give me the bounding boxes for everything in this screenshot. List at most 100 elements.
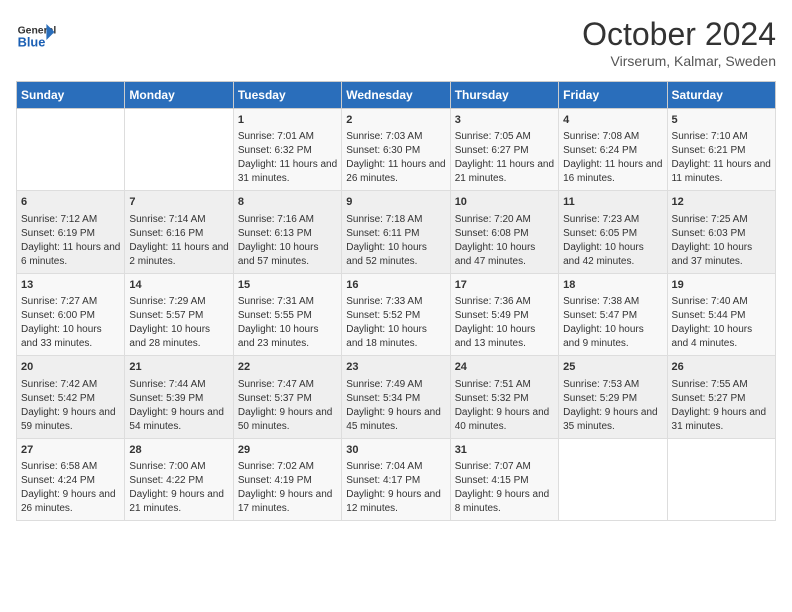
col-saturday: Saturday — [667, 82, 775, 109]
day-number: 19 — [672, 278, 771, 293]
day-number: 6 — [21, 195, 120, 210]
calendar-cell: 3 Sunrise: 7:05 AM Sunset: 6:27 PM Dayli… — [450, 109, 558, 191]
sunrise: Sunrise: 7:38 AM — [563, 296, 639, 307]
day-number: 5 — [672, 113, 771, 128]
calendar-cell: 13 Sunrise: 7:27 AM Sunset: 6:00 PM Dayl… — [17, 273, 125, 355]
sunset: Sunset: 6:32 PM — [238, 145, 312, 156]
calendar-cell: 19 Sunrise: 7:40 AM Sunset: 5:44 PM Dayl… — [667, 273, 775, 355]
sunrise: Sunrise: 7:36 AM — [455, 296, 531, 307]
sunset: Sunset: 5:32 PM — [455, 393, 529, 404]
sunset: Sunset: 5:52 PM — [346, 310, 420, 321]
sunset: Sunset: 5:27 PM — [672, 393, 746, 404]
daylight: Daylight: 9 hours and 12 minutes. — [346, 489, 441, 514]
day-number: 30 — [346, 443, 445, 458]
sunset: Sunset: 6:05 PM — [563, 228, 637, 239]
calendar-cell: 26 Sunrise: 7:55 AM Sunset: 5:27 PM Dayl… — [667, 356, 775, 438]
calendar-cell: 21 Sunrise: 7:44 AM Sunset: 5:39 PM Dayl… — [125, 356, 233, 438]
calendar-week-5: 27 Sunrise: 6:58 AM Sunset: 4:24 PM Dayl… — [17, 438, 776, 520]
sunset: Sunset: 6:21 PM — [672, 145, 746, 156]
calendar-cell: 18 Sunrise: 7:38 AM Sunset: 5:47 PM Dayl… — [559, 273, 667, 355]
col-friday: Friday — [559, 82, 667, 109]
day-number: 25 — [563, 360, 662, 375]
sunset: Sunset: 6:24 PM — [563, 145, 637, 156]
daylight: Daylight: 9 hours and 59 minutes. — [21, 407, 116, 432]
day-number: 2 — [346, 113, 445, 128]
sunrise: Sunrise: 7:55 AM — [672, 379, 748, 390]
calendar-cell: 16 Sunrise: 7:33 AM Sunset: 5:52 PM Dayl… — [342, 273, 450, 355]
daylight: Daylight: 10 hours and 4 minutes. — [672, 324, 753, 349]
daylight: Daylight: 10 hours and 47 minutes. — [455, 242, 536, 267]
calendar-week-1: 1 Sunrise: 7:01 AM Sunset: 6:32 PM Dayli… — [17, 109, 776, 191]
daylight: Daylight: 11 hours and 21 minutes. — [455, 159, 554, 184]
calendar-cell: 24 Sunrise: 7:51 AM Sunset: 5:32 PM Dayl… — [450, 356, 558, 438]
sunrise: Sunrise: 7:00 AM — [129, 461, 205, 472]
sunrise: Sunrise: 7:20 AM — [455, 214, 531, 225]
sunset: Sunset: 5:29 PM — [563, 393, 637, 404]
sunset: Sunset: 4:24 PM — [21, 475, 95, 486]
daylight: Daylight: 10 hours and 28 minutes. — [129, 324, 210, 349]
day-number: 29 — [238, 443, 337, 458]
calendar-cell: 28 Sunrise: 7:00 AM Sunset: 4:22 PM Dayl… — [125, 438, 233, 520]
sunrise: Sunrise: 7:53 AM — [563, 379, 639, 390]
sunset: Sunset: 5:42 PM — [21, 393, 95, 404]
sunset: Sunset: 5:37 PM — [238, 393, 312, 404]
calendar-cell: 9 Sunrise: 7:18 AM Sunset: 6:11 PM Dayli… — [342, 191, 450, 273]
sunset: Sunset: 5:55 PM — [238, 310, 312, 321]
day-number: 10 — [455, 195, 554, 210]
calendar-week-3: 13 Sunrise: 7:27 AM Sunset: 6:00 PM Dayl… — [17, 273, 776, 355]
calendar-week-2: 6 Sunrise: 7:12 AM Sunset: 6:19 PM Dayli… — [17, 191, 776, 273]
calendar-cell: 25 Sunrise: 7:53 AM Sunset: 5:29 PM Dayl… — [559, 356, 667, 438]
sunrise: Sunrise: 7:14 AM — [129, 214, 205, 225]
sunset: Sunset: 6:27 PM — [455, 145, 529, 156]
calendar-cell: 23 Sunrise: 7:49 AM Sunset: 5:34 PM Dayl… — [342, 356, 450, 438]
daylight: Daylight: 10 hours and 37 minutes. — [672, 242, 753, 267]
sunset: Sunset: 5:44 PM — [672, 310, 746, 321]
daylight: Daylight: 9 hours and 21 minutes. — [129, 489, 224, 514]
daylight: Daylight: 9 hours and 31 minutes. — [672, 407, 767, 432]
calendar-cell: 11 Sunrise: 7:23 AM Sunset: 6:05 PM Dayl… — [559, 191, 667, 273]
day-number: 15 — [238, 278, 337, 293]
sunset: Sunset: 5:57 PM — [129, 310, 203, 321]
col-tuesday: Tuesday — [233, 82, 341, 109]
day-number: 8 — [238, 195, 337, 210]
sunset: Sunset: 4:19 PM — [238, 475, 312, 486]
calendar-cell — [559, 438, 667, 520]
sunrise: Sunrise: 7:03 AM — [346, 131, 422, 142]
calendar-cell: 4 Sunrise: 7:08 AM Sunset: 6:24 PM Dayli… — [559, 109, 667, 191]
day-number: 23 — [346, 360, 445, 375]
daylight: Daylight: 10 hours and 18 minutes. — [346, 324, 427, 349]
sunrise: Sunrise: 6:58 AM — [21, 461, 97, 472]
calendar-cell: 17 Sunrise: 7:36 AM Sunset: 5:49 PM Dayl… — [450, 273, 558, 355]
day-number: 20 — [21, 360, 120, 375]
col-sunday: Sunday — [17, 82, 125, 109]
sunrise: Sunrise: 7:07 AM — [455, 461, 531, 472]
daylight: Daylight: 11 hours and 31 minutes. — [238, 159, 337, 184]
daylight: Daylight: 9 hours and 50 minutes. — [238, 407, 333, 432]
calendar-cell: 14 Sunrise: 7:29 AM Sunset: 5:57 PM Dayl… — [125, 273, 233, 355]
daylight: Daylight: 9 hours and 8 minutes. — [455, 489, 550, 514]
sunset: Sunset: 6:13 PM — [238, 228, 312, 239]
sunset: Sunset: 6:11 PM — [346, 228, 419, 239]
sunrise: Sunrise: 7:33 AM — [346, 296, 422, 307]
calendar-cell: 10 Sunrise: 7:20 AM Sunset: 6:08 PM Dayl… — [450, 191, 558, 273]
calendar-cell: 20 Sunrise: 7:42 AM Sunset: 5:42 PM Dayl… — [17, 356, 125, 438]
sunset: Sunset: 6:30 PM — [346, 145, 420, 156]
daylight: Daylight: 10 hours and 33 minutes. — [21, 324, 102, 349]
daylight: Daylight: 10 hours and 57 minutes. — [238, 242, 319, 267]
sunset: Sunset: 4:17 PM — [346, 475, 420, 486]
calendar-cell: 29 Sunrise: 7:02 AM Sunset: 4:19 PM Dayl… — [233, 438, 341, 520]
sunset: Sunset: 5:47 PM — [563, 310, 637, 321]
sunrise: Sunrise: 7:08 AM — [563, 131, 639, 142]
calendar-cell: 22 Sunrise: 7:47 AM Sunset: 5:37 PM Dayl… — [233, 356, 341, 438]
daylight: Daylight: 11 hours and 16 minutes. — [563, 159, 662, 184]
sunrise: Sunrise: 7:10 AM — [672, 131, 748, 142]
day-number: 17 — [455, 278, 554, 293]
daylight: Daylight: 9 hours and 54 minutes. — [129, 407, 224, 432]
sunrise: Sunrise: 7:25 AM — [672, 214, 748, 225]
daylight: Daylight: 11 hours and 11 minutes. — [672, 159, 771, 184]
day-number: 27 — [21, 443, 120, 458]
day-number: 13 — [21, 278, 120, 293]
day-number: 26 — [672, 360, 771, 375]
calendar-cell: 31 Sunrise: 7:07 AM Sunset: 4:15 PM Dayl… — [450, 438, 558, 520]
calendar-cell: 7 Sunrise: 7:14 AM Sunset: 6:16 PM Dayli… — [125, 191, 233, 273]
